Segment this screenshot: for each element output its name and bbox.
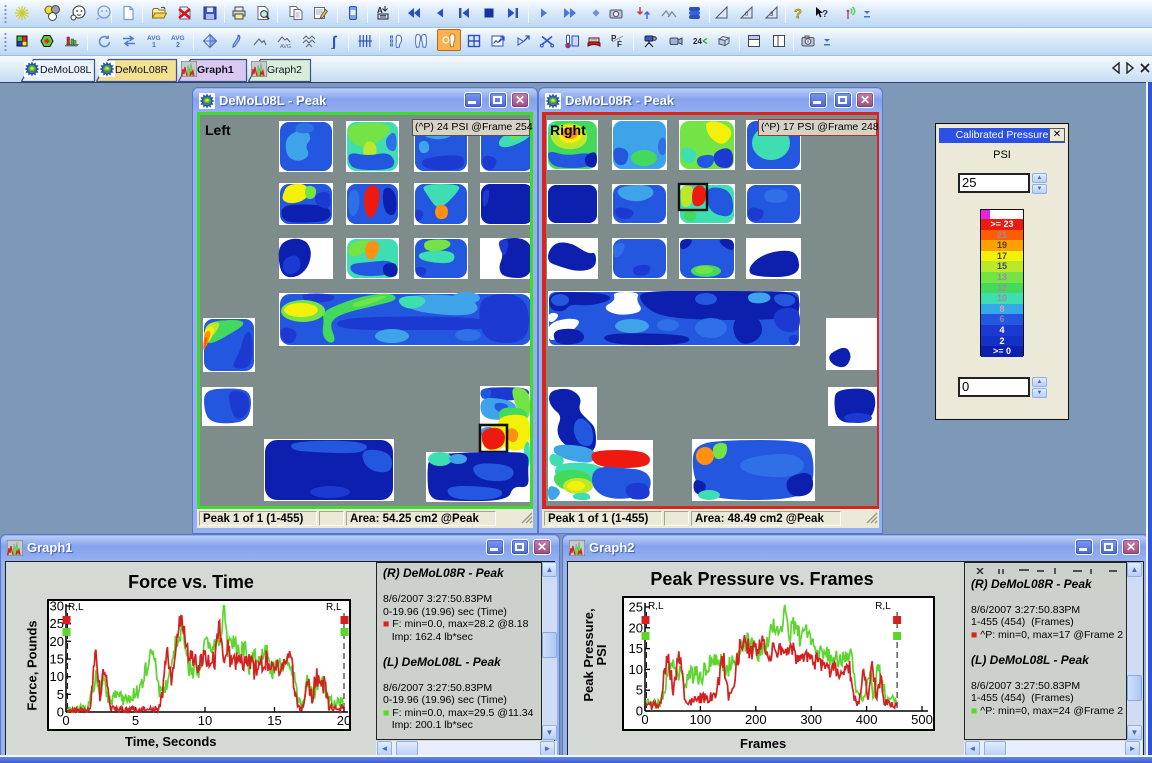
svg-text:AVG: AVG: [147, 35, 161, 42]
svg-text:200: 200: [745, 712, 767, 727]
svg-text:AVG: AVG: [171, 35, 185, 42]
svg-text:2: 2: [176, 42, 180, 49]
svg-text:20: 20: [629, 620, 643, 635]
svg-text:10: 10: [629, 662, 643, 677]
svg-text:15: 15: [50, 652, 64, 667]
svg-text:25: 25: [50, 616, 64, 631]
svg-text:5: 5: [132, 713, 139, 728]
svg-text:0: 0: [641, 712, 648, 727]
svg-text:R,L: R,L: [68, 602, 84, 613]
svg-text:30: 30: [50, 599, 64, 614]
svg-text:24: 24: [693, 37, 702, 46]
svg-text:R,L: R,L: [875, 601, 891, 612]
svg-text:R,L: R,L: [326, 602, 342, 613]
svg-text:20: 20: [50, 634, 64, 649]
svg-text:25: 25: [629, 600, 643, 615]
svg-text:15: 15: [629, 641, 643, 656]
svg-text:R,L: R,L: [648, 601, 664, 612]
svg-text:100: 100: [690, 712, 712, 727]
svg-text:AVG: AVG: [280, 44, 291, 49]
svg-text:?: ?: [822, 9, 828, 20]
svg-text:20: 20: [337, 713, 351, 728]
svg-text:∫: ∫: [331, 34, 338, 50]
svg-text:10: 10: [198, 713, 212, 728]
svg-text:400: 400: [856, 712, 878, 727]
svg-text:?: ?: [794, 6, 802, 21]
svg-text:500: 500: [911, 712, 933, 727]
svg-text:5: 5: [636, 683, 643, 698]
svg-text:300: 300: [800, 712, 822, 727]
svg-text:10: 10: [50, 669, 64, 684]
svg-text:5: 5: [57, 687, 64, 702]
svg-text:1: 1: [152, 42, 156, 49]
svg-text:15: 15: [267, 713, 281, 728]
svg-text:0: 0: [62, 713, 69, 728]
